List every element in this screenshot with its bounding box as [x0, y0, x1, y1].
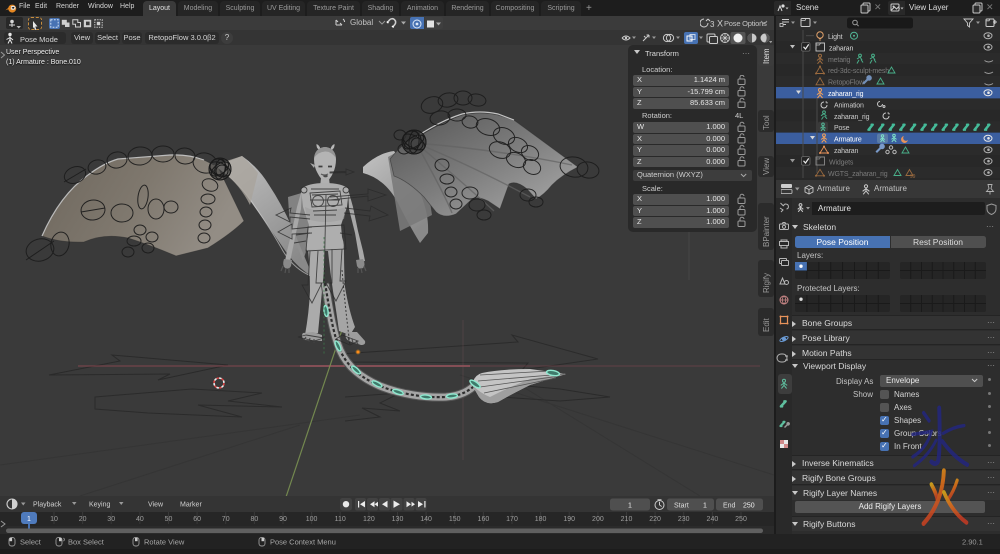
svg-text:Item: Item: [762, 48, 771, 64]
svg-text:Tool: Tool: [762, 115, 771, 130]
svg-text:230: 230: [678, 516, 690, 523]
svg-text:1: 1: [628, 503, 632, 510]
svg-text:1: 1: [27, 516, 31, 523]
svg-text:60: 60: [193, 516, 201, 523]
svg-text:30: 30: [107, 516, 115, 523]
svg-text:X: X: [717, 19, 723, 29]
svg-text:210: 210: [621, 516, 633, 523]
svg-text:Light: Light: [828, 34, 843, 41]
svg-text:View: View: [762, 158, 771, 175]
svg-text:140: 140: [420, 516, 432, 523]
svg-text:Rigify: Rigify: [762, 273, 771, 293]
svg-text:RetopoFlow: RetopoFlow: [828, 80, 865, 87]
svg-text:Box Select: Box Select: [68, 538, 105, 547]
svg-text:BPainter: BPainter: [762, 216, 771, 247]
svg-text:20: 20: [79, 516, 87, 523]
svg-text:190: 190: [563, 516, 575, 523]
svg-text:zaharan_rig: zaharan_rig: [834, 114, 870, 121]
svg-text:90: 90: [279, 516, 287, 523]
svg-text:40: 40: [136, 516, 144, 523]
svg-text:170: 170: [506, 516, 518, 523]
svg-text:Pose: Pose: [834, 125, 850, 132]
svg-text:Keying: Keying: [89, 502, 111, 509]
svg-text:zaharan: zaharan: [829, 45, 854, 52]
svg-text:2.90.1: 2.90.1: [962, 538, 983, 547]
svg-text:130: 130: [392, 516, 404, 523]
svg-text:250: 250: [735, 516, 747, 523]
svg-text:180: 180: [535, 516, 547, 523]
svg-text:Rotate View: Rotate View: [144, 538, 185, 547]
svg-text:zaharan: zaharan: [834, 148, 859, 155]
svg-text:80: 80: [251, 516, 259, 523]
svg-text:Armature: Armature: [834, 137, 862, 144]
svg-text:160: 160: [478, 516, 490, 523]
svg-text:50: 50: [165, 516, 173, 523]
svg-text:Playback: Playback: [33, 502, 62, 509]
svg-text:Animation: Animation: [834, 102, 864, 109]
svg-text:100: 100: [306, 516, 318, 523]
svg-text:110: 110: [335, 516, 346, 523]
svg-text:Start: Start: [674, 503, 689, 510]
svg-text:220: 220: [649, 516, 661, 523]
svg-text:200: 200: [592, 516, 604, 523]
svg-text:1: 1: [703, 503, 707, 510]
svg-text:Pose Context Menu: Pose Context Menu: [270, 538, 336, 547]
svg-text:metarig: metarig: [828, 57, 851, 64]
svg-text:Widgets: Widgets: [829, 159, 854, 166]
svg-text:View: View: [148, 502, 164, 509]
svg-text:120: 120: [363, 516, 375, 523]
svg-text:10: 10: [50, 516, 58, 523]
svg-text:End: End: [723, 503, 736, 510]
svg-text:70: 70: [222, 516, 230, 523]
svg-text:250: 250: [743, 503, 755, 510]
svg-text:Edit: Edit: [762, 317, 771, 332]
svg-text:WGTS_zaharan_rig: WGTS_zaharan_rig: [828, 171, 888, 178]
svg-text:150: 150: [449, 516, 461, 523]
svg-text:red-3dc-sculpt-mesh: red-3dc-sculpt-mesh: [828, 68, 889, 75]
svg-text:Select: Select: [20, 538, 42, 547]
svg-text:zaharan_rig: zaharan_rig: [828, 91, 864, 98]
svg-text:Marker: Marker: [180, 502, 202, 509]
svg-text:3: 3: [710, 20, 715, 29]
svg-text:240: 240: [707, 516, 719, 523]
